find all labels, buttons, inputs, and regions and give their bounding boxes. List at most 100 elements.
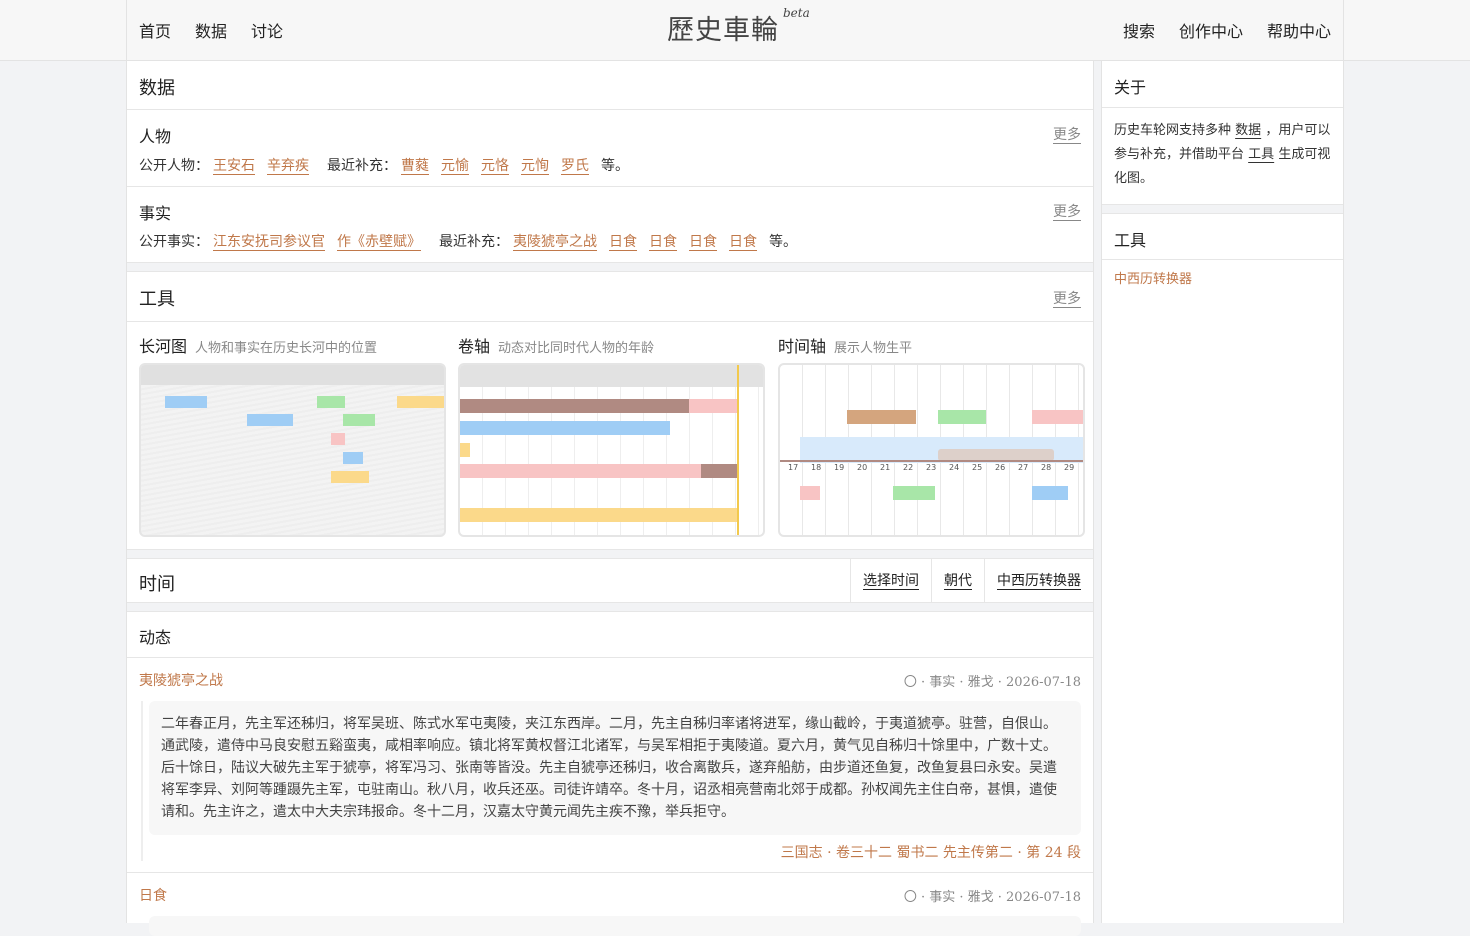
facts-title: 事实 <box>139 204 172 223</box>
facts-recent-label: 最近补充： <box>439 234 509 250</box>
people-row: 公开人物： 王安石 辛弃疾 最近补充： 曹蕤 元愉 元恪 元恂 罗氏 等。 <box>139 155 633 175</box>
people-more-link[interactable]: 更多 <box>1053 124 1081 144</box>
timeline-tick-label: 28 <box>1041 463 1052 472</box>
tools-more-link[interactable]: 更多 <box>1053 288 1081 308</box>
divider <box>127 321 1093 322</box>
nav-help-center[interactable]: 帮助中心 <box>1267 18 1331 42</box>
divider <box>127 109 1093 110</box>
section-gap <box>127 262 1093 272</box>
timeline-tick-label: 19 <box>834 463 845 472</box>
brand-name: 歷史車輪 <box>667 15 779 46</box>
timeline-tick-label: 23 <box>926 463 937 472</box>
person-link[interactable]: 曹蕤 <box>401 155 429 175</box>
nav-data[interactable]: 数据 <box>195 18 227 42</box>
scroll-chart-preview[interactable] <box>458 363 765 537</box>
preview-header-band <box>460 365 763 387</box>
facts-row: 公开事实： 江东安抚司参议官 作《赤壁赋》 最近补充： 夷陵猇亭之战 日食 日食… <box>139 231 801 251</box>
preview-bar <box>1032 486 1068 500</box>
fact-link[interactable]: 江东安抚司参议官 <box>213 231 325 251</box>
feed-item-body: 二年春正月，先主军还秭归，将军吴班、陈式水军屯夷陵，夹江东西岸。二月，先主自秭归… <box>149 701 1081 835</box>
fact-link[interactable]: 夷陵猇亭之战 <box>513 231 597 251</box>
preview-bar <box>343 452 363 464</box>
person-link[interactable]: 元恂 <box>521 155 549 175</box>
people-suffix: 等。 <box>601 158 629 174</box>
divider <box>127 186 1093 187</box>
preview-bar <box>331 433 345 445</box>
preview-bar <box>247 414 293 426</box>
person-link[interactable]: 元愉 <box>441 155 469 175</box>
feed-item-body <box>149 916 1081 936</box>
fact-link[interactable]: 日食 <box>689 231 717 251</box>
tool-desc: 展示人物生平 <box>834 341 913 356</box>
timeline-tick-label: 24 <box>949 463 960 472</box>
section-gap <box>127 549 1093 559</box>
preview-bar <box>343 414 375 426</box>
tab-select-time[interactable]: 选择时间 <box>850 559 931 603</box>
about-title: 关于 <box>1114 78 1147 97</box>
about-data-link[interactable]: 数据 <box>1235 123 1261 138</box>
timeline-tick-label: 27 <box>1018 463 1029 472</box>
preview-bar <box>701 464 737 478</box>
timeline-tick-labels: 17 18 19 20 21 22 23 24 25 26 27 28 29 <box>780 463 1083 475</box>
fact-link[interactable]: 日食 <box>649 231 677 251</box>
timeline-chart-preview[interactable]: 17 18 19 20 21 22 23 24 25 26 27 28 29 <box>778 363 1085 537</box>
timeline-tick-label: 17 <box>788 463 799 472</box>
preview-bar <box>460 421 670 435</box>
preview-bar <box>460 464 701 478</box>
facts-more-link[interactable]: 更多 <box>1053 201 1081 221</box>
side-tools-title: 工具 <box>1114 231 1147 250</box>
preview-bar <box>893 486 935 500</box>
preview-bar <box>331 471 369 483</box>
tool-desc: 人物和事实在历史长河中的位置 <box>195 341 378 356</box>
tool-title: 时间轴 <box>778 337 827 356</box>
feed-item-title[interactable]: 日食 <box>139 885 167 905</box>
tools-section-title: 工具 <box>139 289 175 310</box>
preview-bar <box>689 399 737 413</box>
person-link[interactable]: 罗氏 <box>561 155 589 175</box>
tab-calendar-converter[interactable]: 中西历转换器 <box>984 559 1093 603</box>
people-public-label: 公开人物： <box>139 158 209 174</box>
preview-bar <box>1032 410 1083 424</box>
person-link[interactable]: 元恪 <box>481 155 509 175</box>
preview-bar <box>317 396 345 408</box>
fact-link[interactable]: 日食 <box>609 231 637 251</box>
feed-item-source[interactable]: 三国志 · 卷三十二 蜀书二 先主传第二 · 第 24 段 <box>781 842 1081 862</box>
top-bar-inner: 首页 数据 讨论 歷史車輪 beta 搜索 创作中心 帮助中心 <box>126 0 1344 61</box>
side-calendar-converter-link[interactable]: 中西历转换器 <box>1114 268 1334 292</box>
nav-creator-center[interactable]: 创作中心 <box>1179 18 1243 42</box>
facts-suffix: 等。 <box>769 234 797 250</box>
timeline-tick-label: 29 <box>1064 463 1075 472</box>
people-title: 人物 <box>139 127 172 146</box>
tool-title: 卷轴 <box>458 337 491 356</box>
about-text-part: 历史车轮网支持多种 <box>1114 123 1232 138</box>
feed-item-title[interactable]: 夷陵猇亭之战 <box>139 670 223 690</box>
time-tabs: 选择时间 朝代 中西历转换器 <box>850 559 1093 603</box>
person-link[interactable]: 王安石 <box>213 155 255 175</box>
divider <box>127 872 1093 873</box>
top-bar: 首页 数据 讨论 歷史車輪 beta 搜索 创作中心 帮助中心 <box>0 0 1470 61</box>
river-chart-preview[interactable] <box>139 363 446 537</box>
preview-bar <box>397 396 444 408</box>
about-tools-link[interactable]: 工具 <box>1248 147 1274 162</box>
tool-title: 长河图 <box>139 337 188 356</box>
tool-timeline-chart[interactable]: 时间轴 展示人物生平 <box>778 333 912 357</box>
timeline-tick-label: 22 <box>903 463 914 472</box>
timeline-axis <box>780 460 1083 462</box>
about-text: 历史车轮网支持多种 数据 ，用户可以参与补充，并借助平台 工具 生成可视化图。 <box>1114 119 1334 191</box>
fact-link[interactable]: 作《赤壁赋》 <box>337 231 421 251</box>
tool-scroll-chart[interactable]: 卷轴 动态对比同时代人物的年龄 <box>458 333 654 357</box>
tab-dynasty[interactable]: 朝代 <box>931 559 984 603</box>
tool-river-chart[interactable]: 长河图 人物和事实在历史长河中的位置 <box>139 333 377 357</box>
preview-header-band <box>141 365 444 385</box>
nav-search[interactable]: 搜索 <box>1123 18 1155 42</box>
feed-item-meta: 〇 · 事实 · 雅戈 · 2026-07-18 <box>903 890 1081 905</box>
data-section-title: 数据 <box>139 78 175 99</box>
nav-discuss[interactable]: 讨论 <box>251 18 283 42</box>
fact-link[interactable]: 日食 <box>729 231 757 251</box>
preview-bar <box>847 410 916 424</box>
nav-home[interactable]: 首页 <box>139 18 171 42</box>
timeline-tick-label: 21 <box>880 463 891 472</box>
person-link[interactable]: 辛弃疾 <box>267 155 309 175</box>
facts-public-label: 公开事实： <box>139 234 209 250</box>
brand-logo[interactable]: 歷史車輪 beta <box>667 6 810 47</box>
